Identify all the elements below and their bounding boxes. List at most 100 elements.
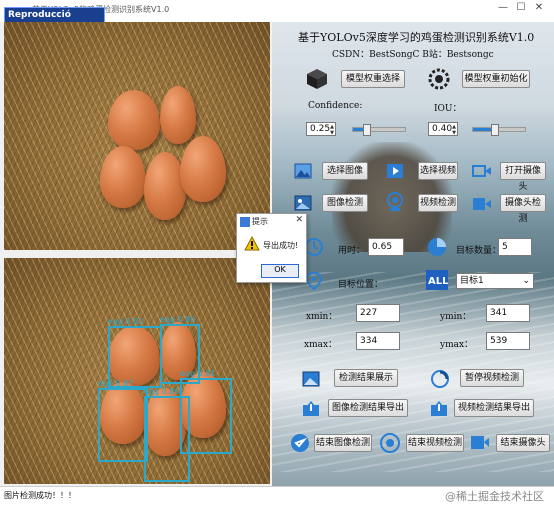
detection-label: egg 0.86 (160, 315, 195, 324)
detection-box: egg 0.81 (180, 369, 232, 454)
window-controls: — ☐ ✕ (494, 2, 548, 13)
export-video-icon (431, 401, 447, 416)
pause-video-button[interactable]: 暂停视频检测 (460, 369, 524, 387)
confidence-label: Confidence: (308, 101, 363, 111)
app-icon (240, 217, 250, 227)
pause-icon (431, 370, 449, 388)
stop-camera-icon (471, 436, 489, 449)
credits-text: CSDN：BestSongC B站：Bestsongc (332, 50, 494, 60)
clock-icon (305, 238, 323, 256)
stop-video-icon (380, 433, 400, 453)
confidence-slider[interactable] (352, 124, 406, 136)
svg-text:ALL: ALL (428, 276, 448, 287)
end-image-detection-button[interactable]: 结束图像检测 (314, 434, 372, 452)
confidence-spinbox[interactable]: 0.25 ▲ ▼ (306, 122, 336, 136)
end-video-detection-button[interactable]: 结束视频检测 (406, 434, 464, 452)
ymin-field: 341 (486, 304, 530, 322)
detection-class: egg (108, 317, 124, 326)
open-camera-button[interactable]: 打开摄像头 (500, 162, 546, 192)
detection-label: egg 0.87 (98, 379, 133, 388)
cube-icon (307, 69, 327, 89)
dialog-message: 导出成功! (263, 241, 299, 250)
egg-shape (160, 86, 196, 144)
detection-score: 0.86 (161, 387, 180, 396)
ymax-label: ymax： (440, 340, 474, 350)
gear-icon (428, 68, 450, 90)
watermark-text: @稀土掘金技术社区 (445, 490, 544, 503)
target-count-field: 5 (498, 238, 532, 256)
detection-class: egg (160, 315, 176, 324)
results-image-icon (302, 371, 320, 387)
xmax-label: xmax： (304, 340, 338, 350)
dialog-close-icon[interactable]: ✕ (295, 215, 303, 225)
pie-chart-icon (428, 238, 446, 256)
iou-slider-handle[interactable] (491, 124, 499, 136)
spin-arrows-icon[interactable]: ▲ ▼ (452, 124, 456, 136)
iou-spinbox[interactable]: 0.40 ▲ ▼ (428, 122, 458, 136)
xmin-label: xmin： (306, 312, 338, 322)
control-panel: 基于YOLOv5深度学习的鸡蛋检测识别系统V1.0 CSDN：BestSongC… (272, 22, 554, 486)
image-detect-button[interactable]: 图像检测 (322, 194, 368, 212)
all-targets-icon: ALL (426, 270, 448, 290)
ok-button[interactable]: OK (261, 264, 299, 278)
egg-shape (100, 146, 146, 208)
camera-icon (472, 165, 491, 177)
recording-badge: Reproducció pausada (4, 7, 105, 34)
detection-class: egg (180, 369, 196, 378)
detection-score: 0.82 (125, 317, 144, 326)
select-weights-button[interactable]: 模型权重选择 (341, 70, 405, 88)
detection-score: 0.86 (177, 315, 196, 324)
stop-image-icon (291, 434, 309, 452)
show-results-button[interactable]: 检测结果展示 (334, 369, 398, 387)
detection-label: egg 0.82 (108, 317, 143, 326)
iou-slider[interactable] (472, 124, 526, 136)
target-select[interactable]: 目标1 ⌄ (456, 273, 534, 289)
iou-value: 0.40 (432, 124, 453, 134)
export-image-icon (303, 401, 319, 416)
egg-shape (108, 90, 160, 150)
detection-score: 0.87 (115, 379, 134, 388)
video-detect-button[interactable]: 视频检测 (418, 194, 458, 212)
location-pin-icon (306, 272, 322, 290)
detection-label: egg 0.86 (144, 387, 179, 396)
chevron-down-icon[interactable]: ⌄ (522, 274, 530, 288)
confidence-slider-handle[interactable] (363, 124, 371, 136)
export-image-results-button[interactable]: 图像检测结果导出 (328, 399, 408, 417)
select-image-button[interactable]: 选择图像 (322, 162, 368, 180)
xmax-field: 334 (356, 332, 400, 350)
xmin-field: 227 (356, 304, 400, 322)
original-image (4, 22, 270, 250)
warning-icon (244, 236, 260, 251)
image-icon (294, 163, 312, 179)
confidence-value: 0.25 (310, 124, 331, 134)
close-button[interactable]: ✕ (530, 2, 548, 13)
status-bar: 图片检测成功！！！ @稀土掘金技术社区 (0, 486, 554, 505)
target-position-label: 目标位置： (338, 280, 384, 290)
spin-arrows-icon[interactable]: ▲ ▼ (330, 124, 334, 136)
select-video-button[interactable]: 选择视频 (418, 162, 458, 180)
iou-label: IOU： (434, 104, 462, 114)
target-select-value: 目标1 (460, 276, 484, 286)
app-window: 基于YOLOv5的鸡蛋检测识别系统V1.0 —☐✕ Reproducció pa… (0, 0, 554, 505)
webcam-icon (387, 192, 403, 211)
camera-detect-button[interactable]: 摄像头检测 (500, 194, 546, 224)
maximize-button[interactable]: ☐ (512, 2, 530, 13)
image-detect-icon (294, 195, 312, 211)
detection-score: 0.81 (197, 369, 216, 378)
message-dialog: 提示 ✕ 导出成功! OK (236, 213, 307, 283)
minimize-button[interactable]: — (494, 2, 512, 13)
init-model-button[interactable]: 模型权重初始化 (462, 70, 530, 88)
video-camera-icon (473, 198, 491, 210)
export-video-results-button[interactable]: 视频检测结果导出 (454, 399, 534, 417)
detection-box: egg 0.87 (98, 379, 148, 462)
time-field: 0.65 (368, 238, 404, 256)
target-count-label: 目标数量： (456, 246, 502, 256)
panel-title: 基于YOLOv5深度学习的鸡蛋检测识别系统V1.0 (298, 31, 535, 44)
video-file-icon (387, 164, 403, 178)
egg-shape (180, 136, 226, 202)
end-camera-button[interactable]: 结束摄像头 (496, 434, 550, 452)
detection-class: egg (144, 387, 160, 396)
egg-shape (144, 152, 186, 220)
ymin-label: ymin： (440, 312, 472, 322)
detection-image: egg 0.82 egg 0.86 egg 0.87 egg 0.86 egg … (4, 258, 270, 484)
